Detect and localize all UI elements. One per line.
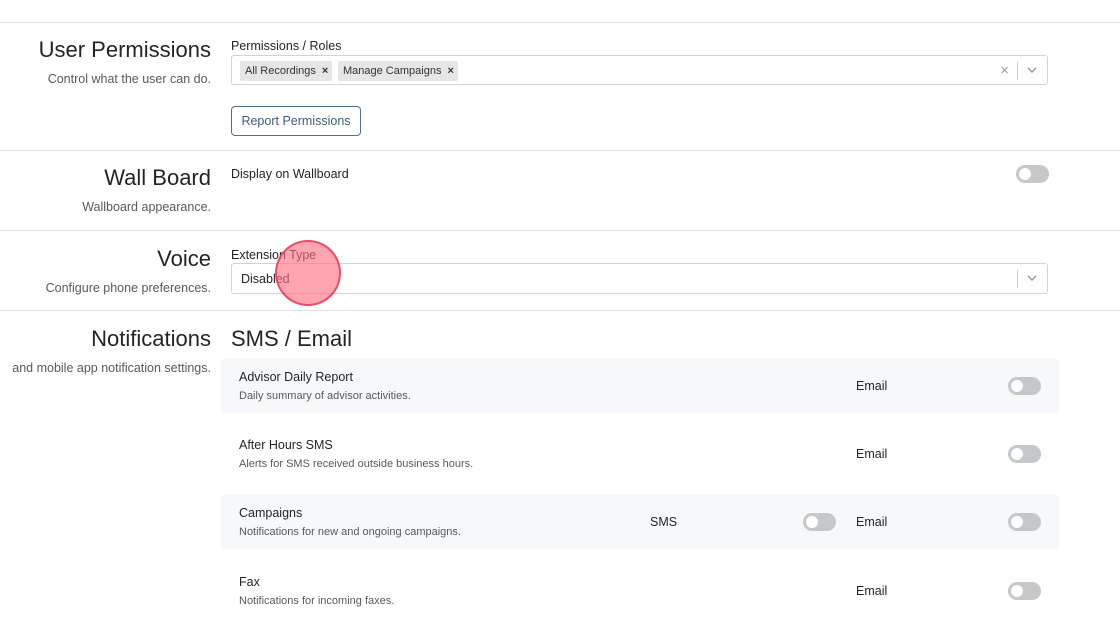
email-toggle[interactable]	[1008, 377, 1041, 395]
wall-board-description: Wallboard appearance.	[82, 200, 211, 214]
notification-row-fax: Fax Notifications for incoming faxes. Em…	[221, 564, 1059, 618]
notification-description: Alerts for SMS received outside business…	[239, 458, 474, 470]
notification-title: Fax	[239, 575, 260, 589]
user-permissions-title: User Permissions	[38, 37, 211, 62]
email-label: Email	[856, 447, 888, 461]
divider-wallboard	[0, 230, 1120, 231]
chip-label: Manage Campaigns	[343, 65, 442, 77]
user-permissions-description: Control what the user can do.	[47, 72, 211, 86]
email-toggle[interactable]	[1008, 582, 1041, 600]
permissions-roles-select[interactable]: All Recordings × Manage Campaigns × ×	[231, 55, 1048, 85]
display-on-wallboard-toggle[interactable]	[1016, 165, 1049, 183]
chevron-down-icon[interactable]	[1026, 271, 1038, 285]
divider-top	[0, 22, 1120, 23]
voice-description: Configure phone preferences.	[45, 281, 211, 295]
email-toggle[interactable]	[1008, 513, 1041, 531]
chevron-down-icon[interactable]	[1026, 63, 1038, 77]
chip-label: All Recordings	[245, 65, 316, 77]
voice-title: Voice	[157, 246, 211, 271]
notification-title: Campaigns	[239, 506, 303, 520]
chip-remove-icon[interactable]: ×	[447, 65, 453, 77]
chip-manage-campaigns: Manage Campaigns ×	[338, 61, 458, 81]
extension-type-label: Extension Type	[231, 248, 317, 262]
notifications-title: Notifications	[91, 326, 211, 351]
notification-description: Notifications for new and ongoing campai…	[239, 526, 461, 538]
notification-description: Notifications for incoming faxes.	[239, 595, 395, 607]
notification-title: Advisor Daily Report	[239, 370, 353, 384]
email-toggle[interactable]	[1008, 445, 1041, 463]
wall-board-title: Wall Board	[104, 165, 211, 190]
select-separator	[1017, 270, 1018, 288]
select-separator	[1017, 62, 1018, 80]
notification-row-campaigns: Campaigns Notifications for new and ongo…	[221, 495, 1059, 549]
sms-toggle[interactable]	[803, 513, 836, 531]
notification-title: After Hours SMS	[239, 438, 333, 452]
notification-row-advisor-daily-report: Advisor Daily Report Daily summary of ad…	[221, 359, 1059, 413]
email-label: Email	[856, 515, 888, 529]
divider-voice	[0, 310, 1120, 311]
report-permissions-button[interactable]: Report Permissions	[231, 106, 361, 136]
notifications-description: and mobile app notification settings.	[12, 361, 211, 375]
permissions-roles-label: Permissions / Roles	[231, 39, 342, 53]
notification-description: Daily summary of advisor activities.	[239, 390, 411, 402]
chip-remove-icon[interactable]: ×	[322, 65, 328, 77]
divider-permissions	[0, 150, 1120, 151]
chip-all-recordings: All Recordings ×	[240, 61, 333, 81]
clear-icon[interactable]: ×	[1000, 61, 1009, 81]
email-label: Email	[856, 379, 888, 393]
sms-email-heading: SMS / Email	[231, 326, 353, 351]
sms-label: SMS	[650, 515, 678, 529]
display-on-wallboard-label: Display on Wallboard	[231, 167, 349, 181]
extension-type-value: Disabled	[241, 272, 290, 286]
email-label: Email	[856, 584, 888, 598]
extension-type-select[interactable]: Disabled	[231, 263, 1048, 294]
notification-row-after-hours-sms: After Hours SMS Alerts for SMS received …	[221, 427, 1059, 481]
